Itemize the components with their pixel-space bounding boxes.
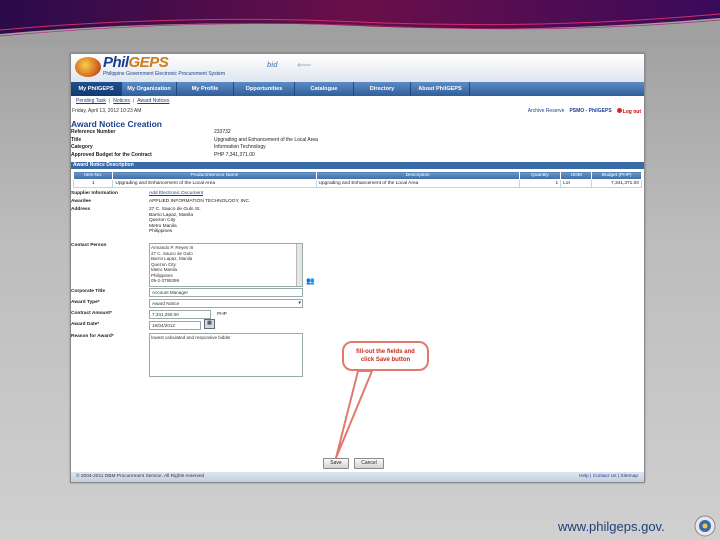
callout-pointer xyxy=(335,370,373,459)
callout-tail xyxy=(335,370,373,459)
philgeps-seal-icon xyxy=(694,515,716,537)
callout-line: click Save button xyxy=(360,357,411,363)
instruction-callout: fill-out the fields and click Save butto… xyxy=(342,341,429,371)
slide-url: www.philgeps.gov. xyxy=(558,519,665,534)
callout-line: fill-out the fields and xyxy=(356,349,415,355)
